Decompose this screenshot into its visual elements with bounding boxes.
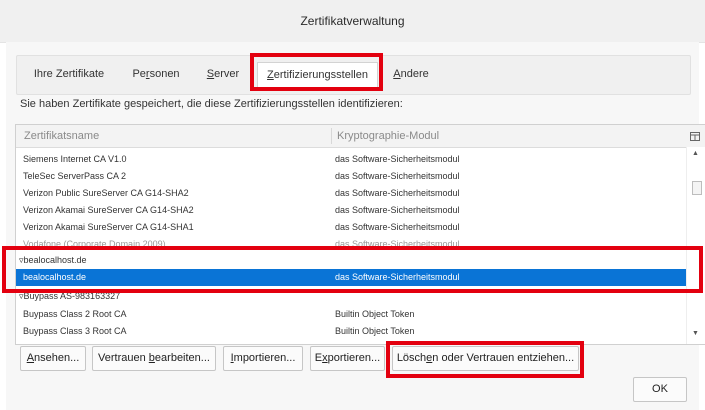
table-row[interactable]: Buypass Class 2 Root CA Builtin Object T… [16, 306, 686, 323]
ok-button[interactable]: OK [633, 377, 687, 402]
cert-name: Buypass Class 3 Root CA [23, 326, 127, 336]
tab-ihre-zertifikate[interactable]: Ihre Zertifikate [28, 62, 110, 86]
cert-module: das Software-Sicherheitsmodul [335, 154, 460, 164]
tab-label: Pe [132, 68, 146, 80]
cert-name: Siemens Internet CA V1.0 [23, 154, 127, 164]
view-button[interactable]: Ansehen... [20, 346, 86, 371]
button-label-rest: n oder Vertrauen entziehen... [432, 352, 575, 364]
group-name: ▿bealocalhost.de [19, 255, 87, 265]
tab-label-rest: ndere [400, 68, 429, 80]
tab-accesskey: A [393, 68, 401, 80]
button-accesskey: A [26, 352, 35, 364]
tab-label: Ihre Zertifikate [33, 68, 105, 80]
table-row[interactable]: Siemens Internet CA V1.0 das Software-Si… [16, 151, 686, 168]
delete-or-distrust-button[interactable]: Löschen oder Vertrauen entziehen... [392, 346, 579, 371]
cert-name: Verizon Akamai SureServer CA G14-SHA1 [23, 222, 194, 232]
tree-group-row[interactable]: ▿bealocalhost.de [16, 252, 686, 269]
table-row[interactable]: TeleSec ServerPass CA 2 das Software-Sic… [16, 168, 686, 185]
cert-module: das Software-Sicherheitsmodul [335, 239, 460, 249]
button-label: Lösch [396, 352, 427, 364]
cert-name: Buypass Class 2 Root CA [23, 309, 127, 319]
cert-module: das Software-Sicherheitsmodul [335, 171, 460, 181]
table-row[interactable]: Buypass Class 3 Root CA Builtin Object T… [16, 323, 686, 340]
cert-module: Builtin Object Token [335, 309, 415, 319]
cert-name: bealocalhost.de [23, 272, 87, 282]
table-row[interactable]: Verizon Akamai SureServer CA G14-SHA2 da… [16, 202, 686, 219]
window-title: Zertifikatverwaltung [300, 14, 405, 28]
tree-header: Zertifikatsname Kryptographie-Modul [16, 125, 705, 148]
cert-module: das Software-Sicherheitsmodul [335, 188, 460, 198]
group-name: ▿Buypass AS-983163327 [19, 291, 121, 301]
table-row[interactable]: Vodafone (Corporate Domain 2009) das Sof… [16, 236, 686, 253]
tab-label-rest: sonen [149, 68, 180, 80]
column-divider [331, 128, 332, 144]
window-titlebar: Zertifikatverwaltung [0, 0, 705, 43]
chevron-down-icon[interactable]: ▼ [692, 330, 699, 337]
cert-module: das Software-Sicherheitsmodul [335, 222, 460, 232]
cert-name: Verizon Public SureServer CA G14-SHA2 [23, 188, 189, 198]
column-header-module[interactable]: Kryptographie-Modul [337, 125, 439, 147]
certificate-tree[interactable]: Zertifikatsname Kryptographie-Modul Siem… [15, 124, 705, 345]
cert-module: Builtin Object Token [335, 326, 415, 336]
tree-group-row[interactable]: ▿Buypass AS-983163327 [16, 288, 686, 305]
button-label-rest: mportieren... [233, 352, 296, 364]
tab-zertifizierungsstellen[interactable]: Zertifizierungsstellen [257, 62, 378, 88]
table-row-selected[interactable]: bealocalhost.de das Software-Sicherheits… [16, 269, 686, 286]
column-picker-icon[interactable] [684, 125, 705, 147]
tab-label-rest: ertifizierungsstellen [273, 69, 368, 81]
export-button[interactable]: Exportieren... [310, 346, 385, 371]
column-header-name[interactable]: Zertifikatsname [24, 125, 99, 147]
tab-personen[interactable]: Personen [128, 62, 184, 86]
button-label-rest: earbeiten... [154, 352, 210, 364]
table-row[interactable]: Verizon Akamai SureServer CA G14-SHA1 da… [16, 219, 686, 236]
chevron-up-icon[interactable]: ▲ [692, 150, 699, 157]
button-label-rest: nsehen... [34, 352, 80, 364]
cert-name: Verizon Akamai SureServer CA G14-SHA2 [23, 205, 194, 215]
scrollbar-thumb[interactable] [692, 181, 702, 195]
table-row[interactable]: Verizon Public SureServer CA G14-SHA2 da… [16, 185, 686, 202]
tab-accesskey: Z [267, 69, 274, 81]
cert-module: das Software-Sicherheitsmodul [335, 272, 460, 282]
button-label: Vertrauen [98, 352, 149, 364]
edit-trust-button[interactable]: Vertrauen bearbeiten... [92, 346, 216, 371]
tab-andere[interactable]: Andere [391, 62, 431, 86]
intro-text: Sie haben Zertifikate gespeichert, die d… [20, 98, 403, 110]
tab-label-rest: erver [214, 68, 240, 80]
cert-name: TeleSec ServerPass CA 2 [23, 171, 127, 181]
cert-name: Vodafone (Corporate Domain 2009) [23, 239, 166, 249]
cert-module: das Software-Sicherheitsmodul [335, 205, 460, 215]
vertical-scrollbar[interactable]: ▲ ▼ [686, 147, 705, 344]
button-label-rest: portieren... [327, 352, 381, 364]
import-button[interactable]: Importieren... [223, 346, 303, 371]
tab-server[interactable]: Server [203, 62, 243, 86]
